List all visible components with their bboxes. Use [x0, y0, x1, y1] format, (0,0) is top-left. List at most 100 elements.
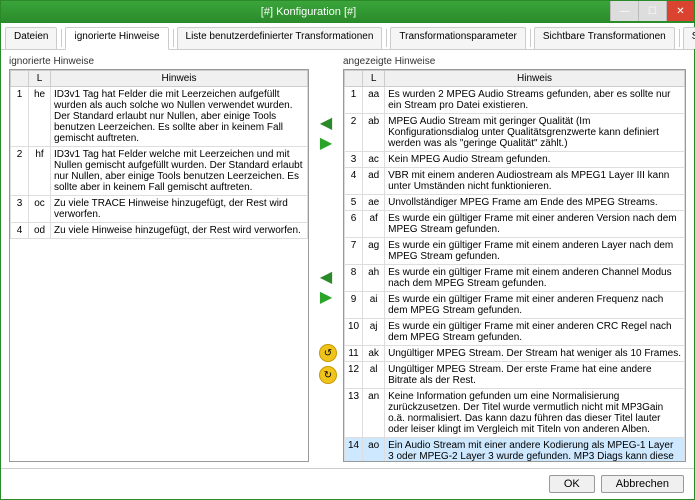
row-index: 3: [11, 196, 29, 223]
cancel-button[interactable]: Abbrechen: [601, 475, 684, 493]
row-index: 7: [345, 238, 363, 265]
minimize-button[interactable]: [610, 1, 638, 21]
table-row[interactable]: 14aoEin Audio Stream mit einer andere Ko…: [345, 438, 685, 463]
ignored-hints-label: ignorierte Hinweise: [9, 56, 309, 67]
row-index: 2: [345, 114, 363, 152]
row-code: af: [363, 211, 385, 238]
move-right-all-icon[interactable]: ▶: [320, 290, 332, 306]
row-code: ai: [363, 292, 385, 319]
tab-schwellenwerte[interactable]: Schwellenwerte für Qua: [683, 27, 695, 49]
table-row[interactable]: 4odZu viele Hinweise hinzugefügt, der Re…: [11, 223, 308, 239]
table-row[interactable]: 7agEs wurde ein gültiger Frame mit einem…: [345, 238, 685, 265]
shown-hints-table: L Hinweis 1aaEs wurden 2 MPEG Audio Stre…: [344, 70, 685, 462]
move-buttons-top: ◀ ▶ ◀ ▶ ↺ ↻: [313, 56, 339, 462]
row-code: hf: [29, 147, 51, 196]
row-text: Es wurden 2 MPEG Audio Streams gefunden,…: [385, 87, 685, 114]
row-code: an: [363, 389, 385, 438]
table-row[interactable]: 11akUngültiger MPEG Stream. Der Stream h…: [345, 346, 685, 362]
row-index: 2: [11, 147, 29, 196]
move-right-single-icon[interactable]: ◀: [320, 270, 332, 286]
row-index: 11: [345, 346, 363, 362]
row-text: Zu viele TRACE Hinweise hinzugefügt, der…: [51, 196, 308, 223]
tab-transformationen-liste[interactable]: Liste benutzerdefinierter Transformation…: [177, 27, 383, 49]
row-text: Ungültiger MPEG Stream. Der Stream hat w…: [385, 346, 685, 362]
window-title: [#] Konfiguration [#]: [7, 6, 610, 18]
row-index: 6: [345, 211, 363, 238]
row-text: Keine Information gefunden um eine Norma…: [385, 389, 685, 438]
row-code: oc: [29, 196, 51, 223]
footer: OK Abbrechen: [1, 468, 694, 499]
reset-button-2[interactable]: ↻: [319, 366, 337, 384]
table-row[interactable]: 13anKeine Information gefunden um eine N…: [345, 389, 685, 438]
row-code: ao: [363, 438, 385, 463]
table-row[interactable]: 2hfID3v1 Tag hat Felder welche mit Leerz…: [11, 147, 308, 196]
content-area: ignorierte Hinweise L Hinweis 1heID3v1 T…: [1, 50, 694, 468]
row-code: aa: [363, 87, 385, 114]
row-text: Kein MPEG Audio Stream gefunden.: [385, 152, 685, 168]
col-l: L: [29, 71, 51, 87]
table-row[interactable]: 4adVBR mit einem anderen Audiostream als…: [345, 168, 685, 195]
titlebar: [#] Konfiguration [#]: [1, 1, 694, 23]
row-index: 4: [11, 223, 29, 239]
row-text: Unvollständiger MPEG Frame am Ende des M…: [385, 195, 685, 211]
row-text: Es wurde ein gültiger Frame mit einer an…: [385, 292, 685, 319]
table-row[interactable]: 2abMPEG Audio Stream mit geringer Qualit…: [345, 114, 685, 152]
table-row[interactable]: 1heID3v1 Tag hat Felder die mit Leerzeic…: [11, 87, 308, 147]
shown-hints-label: angezeigte Hinweise: [343, 56, 686, 67]
reset-button-1[interactable]: ↺: [319, 344, 337, 362]
row-index: 3: [345, 152, 363, 168]
row-text: ID3v1 Tag hat Felder die mit Leerzeichen…: [51, 87, 308, 147]
table-row[interactable]: 12alUngültiger MPEG Stream. Der erste Fr…: [345, 362, 685, 389]
tab-dateien[interactable]: Dateien: [5, 27, 57, 49]
row-code: ab: [363, 114, 385, 152]
col-blank: [11, 71, 29, 87]
close-button[interactable]: [666, 1, 694, 21]
row-code: ac: [363, 152, 385, 168]
ignored-hints-table: L Hinweis 1heID3v1 Tag hat Felder die mi…: [10, 70, 308, 239]
window-buttons: [610, 1, 694, 23]
row-code: aj: [363, 319, 385, 346]
row-index: 1: [11, 87, 29, 147]
row-text: ID3v1 Tag hat Felder welche mit Leerzeic…: [51, 147, 308, 196]
tab-transformationsparameter[interactable]: Transformationsparameter: [390, 27, 525, 49]
row-text: Es wurde ein gültiger Frame mit einem an…: [385, 238, 685, 265]
row-index: 14: [345, 438, 363, 463]
tab-bar: Dateien ignorierte Hinweise Liste benutz…: [1, 23, 694, 50]
row-text: Es wurde ein gültiger Frame mit einer an…: [385, 211, 685, 238]
row-text: Ein Audio Stream mit einer andere Kodier…: [385, 438, 685, 463]
row-index: 12: [345, 362, 363, 389]
col-blank-r: [345, 71, 363, 87]
table-row[interactable]: 10ajEs wurde ein gültiger Frame mit eine…: [345, 319, 685, 346]
table-row[interactable]: 9aiEs wurde ein gültiger Frame mit einer…: [345, 292, 685, 319]
col-hint: Hinweis: [51, 71, 308, 87]
row-index: 5: [345, 195, 363, 211]
move-left-single-icon[interactable]: ◀: [320, 116, 332, 132]
ok-button[interactable]: OK: [549, 475, 595, 493]
config-window: [#] Konfiguration [#] Dateien ignorierte…: [0, 0, 695, 500]
row-index: 13: [345, 389, 363, 438]
row-index: 8: [345, 265, 363, 292]
table-row[interactable]: 3acKein MPEG Audio Stream gefunden.: [345, 152, 685, 168]
row-code: ag: [363, 238, 385, 265]
table-row[interactable]: 1aaEs wurden 2 MPEG Audio Streams gefund…: [345, 87, 685, 114]
ignored-hints-panel: ignorierte Hinweise L Hinweis 1heID3v1 T…: [9, 56, 309, 462]
tab-sichtbare-transformationen[interactable]: Sichtbare Transformationen: [534, 27, 675, 49]
move-left-all-icon[interactable]: ▶: [320, 136, 332, 152]
row-text: MPEG Audio Stream mit geringer Qualität …: [385, 114, 685, 152]
table-row[interactable]: 8ahEs wurde ein gültiger Frame mit einem…: [345, 265, 685, 292]
table-row[interactable]: 6afEs wurde ein gültiger Frame mit einer…: [345, 211, 685, 238]
row-code: ah: [363, 265, 385, 292]
ignored-hints-table-wrap: L Hinweis 1heID3v1 Tag hat Felder die mi…: [9, 69, 309, 462]
tab-ignorierte-hinweise[interactable]: ignorierte Hinweise: [65, 27, 168, 50]
row-text: Ungültiger MPEG Stream. Der erste Frame …: [385, 362, 685, 389]
row-code: he: [29, 87, 51, 147]
maximize-button[interactable]: [638, 1, 666, 21]
row-code: ae: [363, 195, 385, 211]
table-row[interactable]: 5aeUnvollständiger MPEG Frame am Ende de…: [345, 195, 685, 211]
row-index: 10: [345, 319, 363, 346]
row-text: Es wurde ein gültiger Frame mit einer an…: [385, 319, 685, 346]
row-text: Es wurde ein gültiger Frame mit einem an…: [385, 265, 685, 292]
table-row[interactable]: 3ocZu viele TRACE Hinweise hinzugefügt, …: [11, 196, 308, 223]
shown-hints-table-wrap: L Hinweis 1aaEs wurden 2 MPEG Audio Stre…: [343, 69, 686, 462]
row-code: ak: [363, 346, 385, 362]
